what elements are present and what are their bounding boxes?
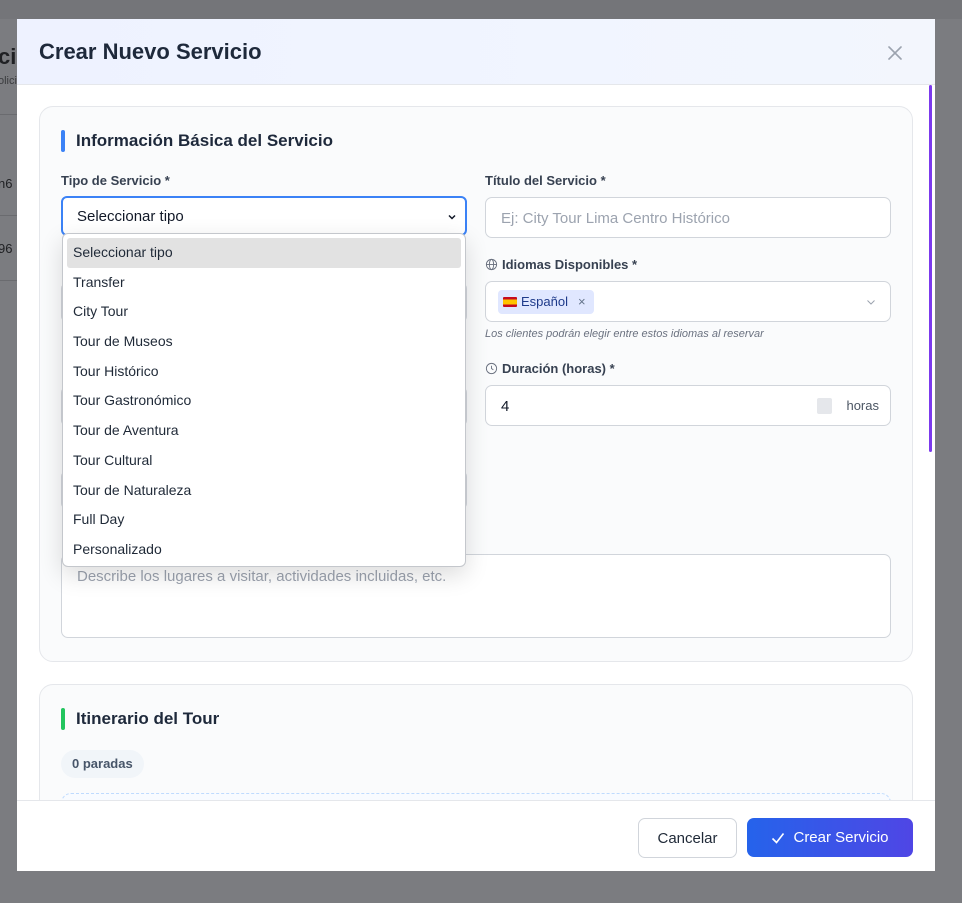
- description-placeholder: Describe los lugares a visitar, activida…: [77, 568, 447, 585]
- chevron-down-icon: [867, 300, 875, 305]
- background-row-fragment: 96: [0, 241, 13, 256]
- service-title-input[interactable]: Ej: City Tour Lima Centro Histórico: [485, 197, 891, 238]
- duration-value: 4: [501, 398, 510, 415]
- background-topbar: [0, 0, 962, 19]
- background-divider: [0, 114, 17, 115]
- background-subtitle-fragment: olici: [0, 75, 17, 87]
- modal-footer: Cancelar Crear Servicio: [17, 800, 935, 871]
- background-title-fragment: ci: [0, 44, 17, 69]
- stops-count-badge: 0 paradas: [61, 750, 144, 778]
- option-full-day[interactable]: Full Day: [67, 505, 461, 535]
- background-divider: [0, 280, 17, 281]
- option-adventure-tour[interactable]: Tour de Aventura: [67, 416, 461, 446]
- option-gastronomic-tour[interactable]: Tour Gastronómico: [67, 386, 461, 416]
- create-service-label: Crear Servicio: [793, 829, 889, 846]
- language-chip-label: Español: [521, 294, 568, 309]
- section-title: Información Básica del Servicio: [76, 131, 333, 150]
- option-transfer[interactable]: Transfer: [67, 268, 461, 298]
- section-accent-bar: [61, 130, 65, 152]
- modal-header: Crear Nuevo Servicio: [17, 19, 935, 85]
- service-type-label: Tipo de Servicio *: [61, 173, 170, 188]
- scrollbar[interactable]: [929, 85, 932, 452]
- spain-flag-icon: [503, 297, 517, 307]
- duration-stepper[interactable]: [817, 398, 832, 414]
- option-museum-tour[interactable]: Tour de Museos: [67, 327, 461, 357]
- service-title-placeholder: Ej: City Tour Lima Centro Histórico: [501, 210, 730, 227]
- option-city-tour[interactable]: City Tour: [67, 297, 461, 327]
- service-type-select[interactable]: Seleccionar tipo: [61, 196, 467, 236]
- duration-label: Duración (horas) *: [485, 361, 615, 376]
- duration-unit: horas: [846, 398, 879, 413]
- duration-label-text: Duración (horas) *: [502, 361, 615, 376]
- section-title: Itinerario del Tour: [76, 709, 220, 728]
- language-chip: Español ×: [498, 290, 594, 314]
- chevron-down-icon: [448, 214, 456, 220]
- option-historic-tour[interactable]: Tour Histórico: [67, 357, 461, 387]
- close-button[interactable]: [883, 41, 907, 65]
- background-row-fragment: n6: [0, 176, 13, 191]
- check-icon: [772, 832, 785, 844]
- option-select-type[interactable]: Seleccionar tipo: [67, 238, 461, 268]
- background-divider: [0, 215, 17, 216]
- remove-chip-icon[interactable]: ×: [578, 290, 586, 314]
- section-accent-bar: [61, 708, 65, 730]
- itinerary-section: Itinerario del Tour 0 paradas: [39, 684, 913, 800]
- option-cultural-tour[interactable]: Tour Cultural: [67, 446, 461, 476]
- languages-label: Idiomas Disponibles *: [485, 257, 637, 272]
- option-nature-tour[interactable]: Tour de Naturaleza: [67, 476, 461, 506]
- service-type-options: Seleccionar tipo Transfer City Tour Tour…: [62, 233, 466, 567]
- service-type-selected: Seleccionar tipo: [77, 208, 184, 225]
- close-icon: [888, 46, 902, 60]
- add-stop-dropzone[interactable]: [61, 793, 891, 800]
- languages-label-text: Idiomas Disponibles *: [502, 257, 638, 272]
- duration-input[interactable]: 4 horas: [485, 385, 891, 426]
- modal-title: Crear Nuevo Servicio: [39, 39, 262, 64]
- option-custom[interactable]: Personalizado: [67, 535, 461, 565]
- languages-help: Los clientes podrán elegir entre estos i…: [485, 328, 764, 340]
- globe-icon: [485, 258, 498, 271]
- languages-multiselect[interactable]: Español ×: [485, 281, 891, 322]
- cancel-button[interactable]: Cancelar: [638, 818, 737, 858]
- section-heading: Itinerario del Tour: [61, 708, 219, 730]
- clock-icon: [485, 362, 498, 375]
- create-service-button[interactable]: Crear Servicio: [747, 818, 913, 857]
- service-title-label: Título del Servicio *: [485, 173, 606, 188]
- section-heading: Información Básica del Servicio: [61, 130, 333, 152]
